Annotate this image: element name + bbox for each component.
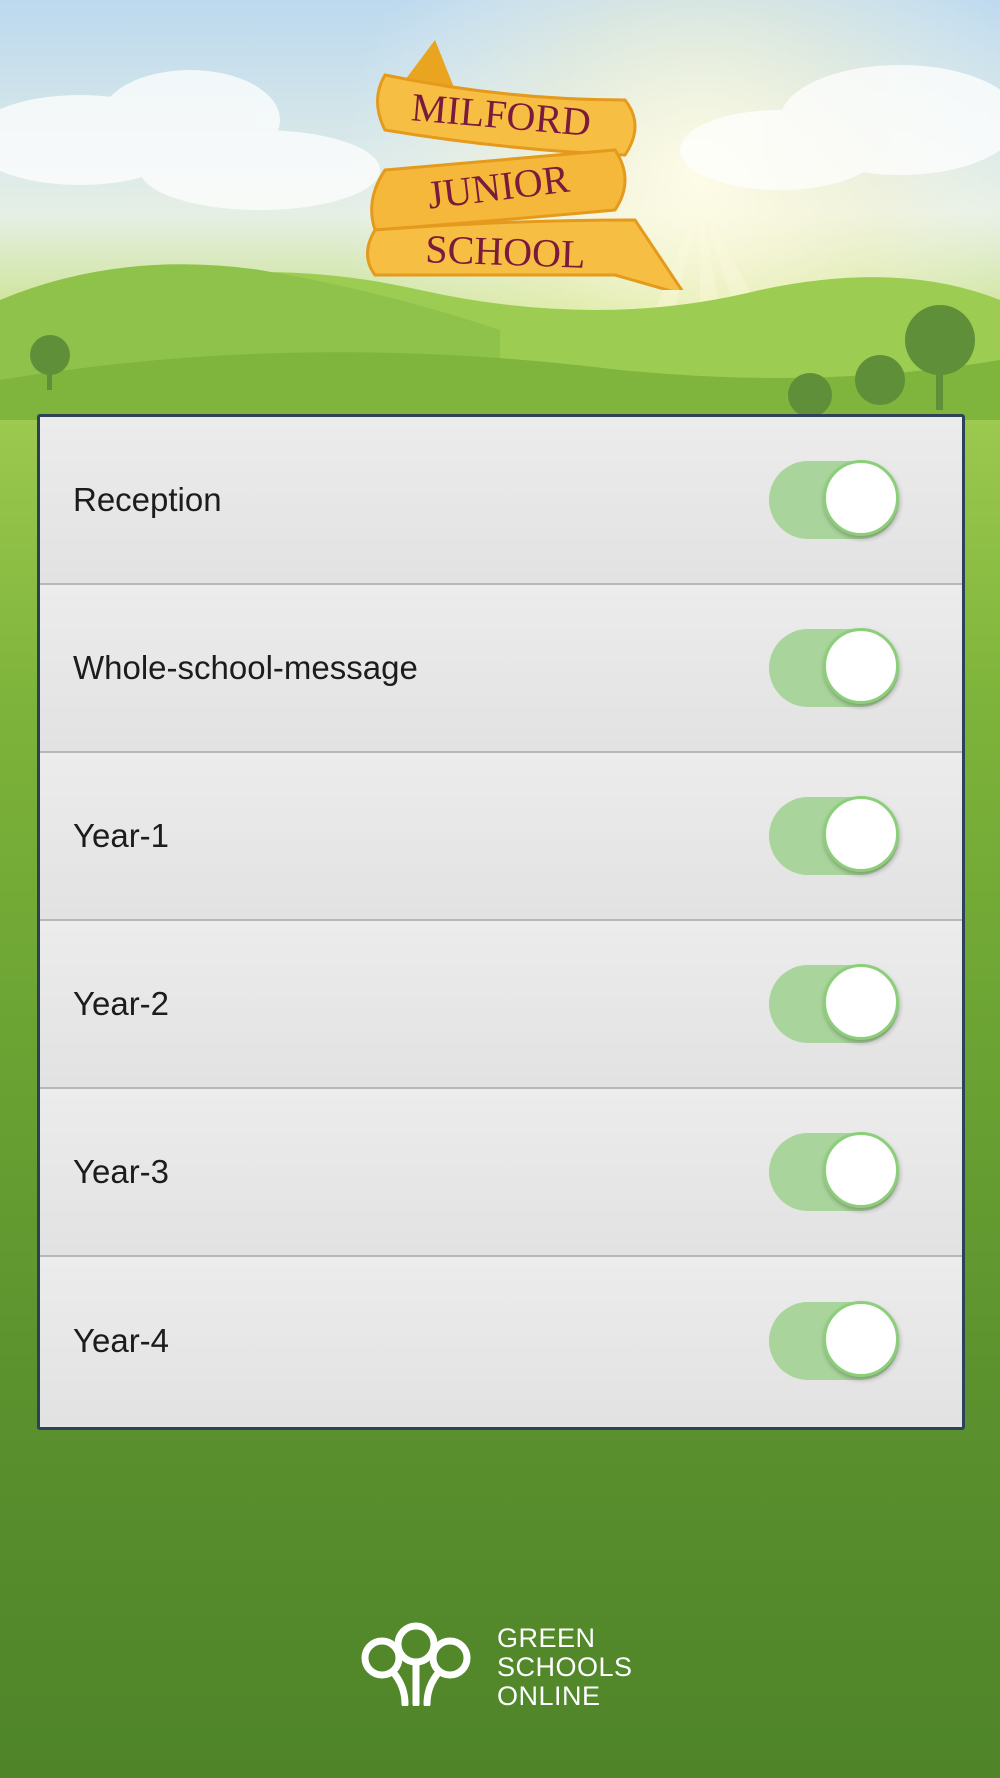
footer-brand-line2: SCHOOLS <box>497 1652 633 1682</box>
toggle-knob[interactable] <box>823 964 899 1040</box>
toggle-switch-year-4[interactable] <box>769 1301 899 1381</box>
setting-label: Year-4 <box>73 1322 170 1359</box>
school-logo-ribbon: MILFORD JUNIOR SCHOOL <box>366 40 684 290</box>
setting-row-year-1: Year-1 <box>40 753 962 921</box>
setting-row-year-4: Year-4 <box>40 1257 962 1425</box>
toggle-switch-year-3[interactable] <box>769 1132 899 1212</box>
setting-row-reception: Reception <box>40 417 962 585</box>
footer-brand-line1: GREEN <box>497 1623 596 1653</box>
setting-label: Year-3 <box>73 1153 170 1190</box>
toggle-switch-year-2[interactable] <box>769 964 899 1044</box>
tree-people-icon <box>361 1622 471 1706</box>
toggle-knob[interactable] <box>823 460 899 536</box>
toggle-switch-year-1[interactable] <box>769 796 899 876</box>
toggle-switch-reception[interactable] <box>769 460 899 540</box>
footer-brand-line3: ONLINE <box>497 1681 601 1711</box>
footer-brand-text: GREEN SCHOOLS ONLINE <box>497 1624 633 1711</box>
settings-panel: Reception Whole-school-message Year-1 Ye… <box>37 414 965 1430</box>
setting-row-year-2: Year-2 <box>40 921 962 1089</box>
toggle-knob[interactable] <box>823 628 899 704</box>
toggle-knob[interactable] <box>823 1301 899 1377</box>
setting-label: Year-2 <box>73 985 170 1022</box>
setting-label: Reception <box>73 481 222 518</box>
setting-label: Whole-school-message <box>73 649 418 686</box>
setting-label: Year-1 <box>73 817 170 854</box>
footer-brand: GREEN SCHOOLS ONLINE <box>360 1620 660 1711</box>
school-logo-line3: SCHOOL <box>425 226 587 277</box>
toggle-knob[interactable] <box>823 1132 899 1208</box>
setting-row-year-3: Year-3 <box>40 1089 962 1257</box>
toggle-knob[interactable] <box>823 796 899 872</box>
toggle-switch-whole-school-message[interactable] <box>769 628 899 708</box>
setting-row-whole-school-message: Whole-school-message <box>40 585 962 753</box>
